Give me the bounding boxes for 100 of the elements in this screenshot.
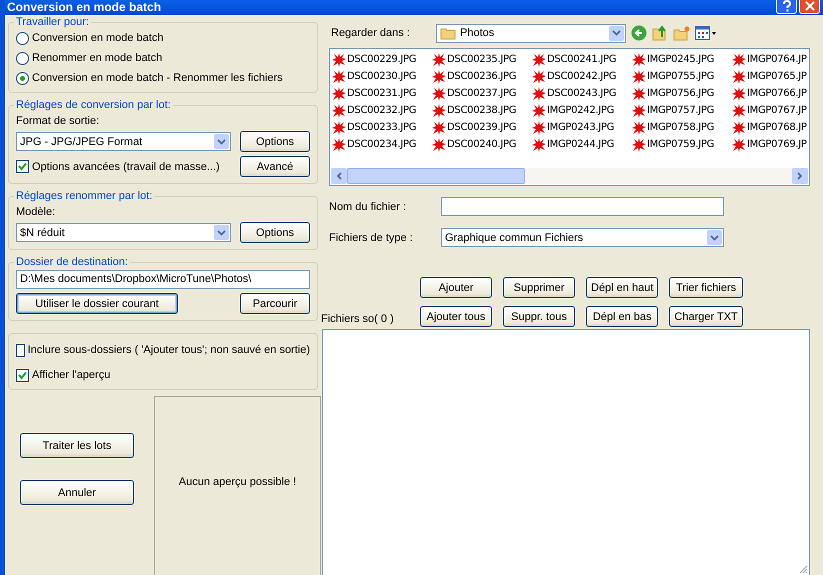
browse-button[interactable]: Parcourir — [240, 293, 310, 314]
splat-icon — [731, 52, 747, 68]
file-item[interactable]: IMGP0767.JP — [731, 102, 809, 119]
list-button[interactable]: Supprimer — [503, 277, 575, 298]
splat-icon — [431, 102, 447, 118]
close-button[interactable] — [799, 0, 820, 14]
file-item[interactable]: IMGP0769.JP — [731, 136, 809, 153]
radio-button[interactable] — [16, 72, 29, 84]
current-folder-button[interactable]: Utiliser le dossier courant — [16, 293, 178, 314]
file-item[interactable]: DSC00229.JPG — [331, 51, 431, 68]
splat-icon — [331, 52, 347, 68]
format-dropdown[interactable]: JPG - JPG/JPEG Format — [16, 132, 231, 151]
file-item[interactable]: DSC00233.JPG — [331, 119, 431, 136]
file-item[interactable]: IMGP0243.JPG — [531, 119, 631, 136]
file-item[interactable]: IMGP0759.JPG — [631, 136, 731, 153]
file-item[interactable]: IMGP0758.JPG — [631, 119, 731, 136]
splat-icon — [631, 86, 647, 102]
file-item[interactable]: IMGP0245.JPG — [631, 51, 731, 68]
file-item[interactable]: DSC00231.JPG — [331, 85, 431, 102]
splat-icon — [431, 120, 447, 136]
file-item[interactable]: DSC00236.JPG — [431, 68, 531, 85]
file-item[interactable]: IMGP0768.JP — [731, 119, 809, 136]
close-icon — [804, 0, 816, 12]
folder-dropdown[interactable]: Photos — [436, 24, 626, 42]
field-label: Format de sortie: — [16, 115, 100, 127]
splat-icon — [331, 68, 347, 84]
splat-icon — [531, 120, 547, 136]
path-field[interactable]: D:\Mes documents\Dropbox\MicroTune\Photos\ — [16, 270, 310, 289]
group-title: Dossier de destination: — [15, 256, 129, 268]
file-item[interactable]: DSC00237.JPG — [431, 85, 531, 102]
folder-up-icon[interactable] — [652, 25, 668, 41]
list-button[interactable]: Trier fichiers — [669, 277, 743, 298]
checkbox-label: Options avancées (travail de masse...) — [32, 160, 220, 172]
checkbox-label: Afficher l'aperçu — [32, 369, 110, 381]
file-item[interactable]: DSC00238.JPG — [431, 102, 531, 119]
group-title: Réglages renommer par lot: — [15, 190, 154, 202]
list-button[interactable]: Dépl en haut — [586, 277, 658, 298]
splat-icon — [631, 136, 647, 152]
file-item[interactable]: IMGP0242.JPG — [531, 102, 631, 119]
file-item[interactable]: DSC00239.JPG — [431, 119, 531, 136]
action-button[interactable]: Annuler — [20, 480, 134, 505]
file-item[interactable]: IMGP0764.JP — [731, 51, 809, 68]
file-item[interactable]: DSC00232.JPG — [331, 102, 431, 119]
new-folder-icon[interactable] — [673, 26, 690, 40]
help-icon — [780, 0, 792, 12]
splat-icon — [731, 86, 747, 102]
selected-files-label: Fichiers so( 0 ) — [321, 313, 394, 327]
list-button[interactable]: Ajouter tous — [420, 306, 492, 327]
back-icon[interactable] — [631, 25, 647, 41]
preview-message: Aucun aperçu possible ! — [178, 476, 296, 488]
splat-icon — [631, 102, 647, 118]
radio-button[interactable] — [16, 52, 29, 64]
horizontal-scrollbar[interactable] — [331, 168, 808, 184]
splat-icon — [431, 52, 447, 68]
view-menu-icon[interactable] — [695, 26, 717, 40]
file-item[interactable]: DSC00243.JPG — [531, 85, 631, 102]
option-label: Renommer en mode batch — [32, 52, 162, 64]
list-button[interactable]: Dépl en bas — [586, 306, 658, 327]
radio-button[interactable] — [16, 32, 29, 44]
field-label: Modèle: — [16, 206, 56, 218]
file-item[interactable]: IMGP0756.JPG — [631, 85, 731, 102]
checkbox-label: Inclure sous-dossiers ( 'Ajouter tous'; non sauvé en sortie) — [28, 344, 310, 356]
file-item[interactable]: DSC00230.JPG — [331, 68, 431, 85]
file-item[interactable]: DSC00242.JPG — [531, 68, 631, 85]
options-button[interactable]: Options — [240, 222, 310, 243]
file-item[interactable]: IMGP0766.JP — [731, 85, 809, 102]
splat-icon — [731, 136, 747, 152]
folder-icon — [440, 26, 456, 40]
file-item[interactable]: DSC00235.JPG — [431, 51, 531, 68]
advanced-button[interactable]: Avancé — [240, 156, 310, 177]
filename-label: Nom du fichier : — [329, 200, 408, 212]
scroll-right-icon[interactable] — [792, 168, 808, 184]
list-button[interactable]: Charger TXT — [669, 306, 743, 327]
file-item[interactable]: IMGP0755.JPG — [631, 68, 731, 85]
filename-field[interactable] — [441, 197, 724, 216]
group-title: Réglages de conversion par lot: — [15, 99, 172, 111]
model-dropdown[interactable]: $N réduit — [16, 223, 231, 242]
file-item[interactable]: DSC00234.JPG — [331, 136, 431, 153]
splat-icon — [631, 52, 647, 68]
file-item[interactable]: IMGP0244.JPG — [531, 136, 631, 153]
action-button[interactable]: Traiter les lots — [20, 433, 134, 458]
scrollbar-thumb[interactable] — [347, 168, 525, 184]
file-item[interactable]: IMGP0757.JPG — [631, 102, 731, 119]
options-button[interactable]: Options — [240, 131, 310, 152]
filetype-dropdown[interactable]: Graphique commun Fichiers — [441, 228, 724, 247]
checkbox[interactable] — [16, 344, 25, 356]
help-button[interactable] — [776, 0, 797, 14]
checkbox[interactable] — [16, 368, 29, 382]
splat-icon — [731, 68, 747, 84]
file-item[interactable]: IMGP0765.JP — [731, 68, 809, 85]
checkbox[interactable] — [16, 160, 29, 173]
splat-icon — [531, 52, 547, 68]
resize-grip-icon[interactable] — [798, 564, 808, 574]
splat-icon — [731, 102, 747, 118]
splat-icon — [431, 68, 447, 84]
file-item[interactable]: DSC00240.JPG — [431, 136, 531, 153]
scroll-left-icon[interactable] — [331, 168, 347, 184]
file-item[interactable]: DSC00241.JPG — [531, 51, 631, 68]
list-button[interactable]: Suppr. tous — [503, 306, 575, 327]
list-button[interactable]: Ajouter — [420, 277, 492, 298]
